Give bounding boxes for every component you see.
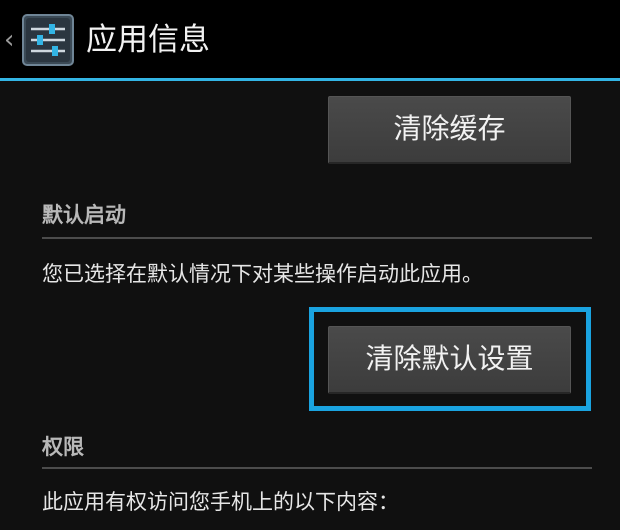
section-divider	[42, 237, 592, 239]
section-header-permissions: 权限	[42, 435, 84, 459]
settings-sliders-icon[interactable]	[22, 14, 74, 66]
page-title: 应用信息	[86, 22, 210, 58]
clear-defaults-button[interactable]: 清除默认设置	[328, 326, 571, 394]
section-header-launch-by-default: 默认启动	[42, 203, 126, 227]
launch-by-default-description: 您已选择在默认情况下对某些操作启动此应用。	[42, 262, 483, 286]
app-info-content[interactable]: 清除缓存 默认启动 您已选择在默认情况下对某些操作启动此应用。 清除默认设置 权…	[0, 81, 620, 530]
action-bar: ‹ 应用信息	[0, 0, 620, 78]
clear-cache-button[interactable]: 清除缓存	[328, 96, 571, 164]
permissions-description: 此应用有权访问您手机上的以下内容：	[42, 490, 399, 514]
section-divider	[42, 467, 592, 469]
chevron-left-icon[interactable]: ‹	[4, 20, 18, 60]
